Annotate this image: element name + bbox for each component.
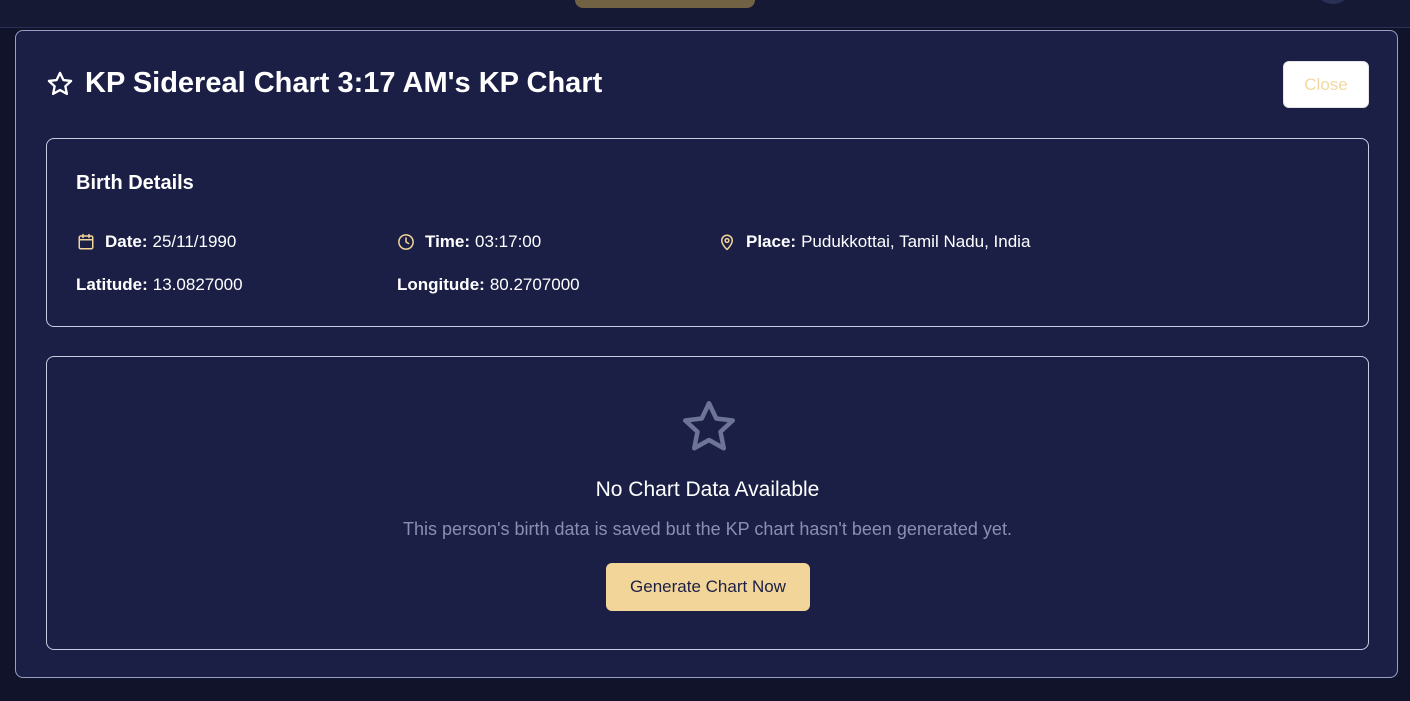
place-field: Place: Pudukkottai, Tamil Nadu, India [718, 232, 1030, 252]
place-value: Pudukkottai, Tamil Nadu, India [801, 232, 1031, 251]
empty-state-description: This person's birth data is saved but th… [403, 519, 1012, 539]
clock-icon [398, 234, 414, 250]
calendar-icon [78, 233, 94, 250]
longitude-field: Longitude: 80.2707000 [397, 275, 580, 295]
close-button[interactable]: Close [1283, 61, 1369, 108]
date-label: Date: [105, 232, 148, 251]
time-label: Time: [425, 232, 471, 251]
latitude-value: 13.0827000 [152, 275, 243, 294]
empty-state-card: No Chart Data Available This person's bi… [46, 356, 1369, 650]
latitude-field: Latitude: 13.0827000 [76, 275, 243, 295]
chart-modal: KP Sidereal Chart 3:17 AM's KP Chart Clo… [15, 30, 1398, 678]
background-button [575, 0, 755, 8]
birth-details-card: Birth Details Date: 25/11/1990 Time: 03:… [46, 138, 1369, 327]
date-field: Date: 25/11/1990 [77, 232, 236, 252]
star-icon [46, 70, 74, 98]
star-icon [679, 397, 739, 457]
map-pin-icon [721, 234, 733, 251]
empty-state-title: No Chart Data Available [595, 478, 820, 501]
longitude-label: Longitude: [397, 275, 485, 294]
longitude-value: 80.2707000 [489, 275, 580, 294]
modal-title: KP Sidereal Chart 3:17 AM's KP Chart [85, 67, 603, 99]
date-value: 25/11/1990 [152, 232, 237, 251]
generate-chart-button[interactable]: Generate Chart Now [606, 563, 810, 611]
time-value: 03:17:00 [475, 232, 542, 251]
place-label: Place: [746, 232, 797, 251]
time-field: Time: 03:17:00 [397, 232, 541, 252]
latitude-label: Latitude: [76, 275, 148, 294]
birth-details-heading: Birth Details [76, 172, 194, 194]
